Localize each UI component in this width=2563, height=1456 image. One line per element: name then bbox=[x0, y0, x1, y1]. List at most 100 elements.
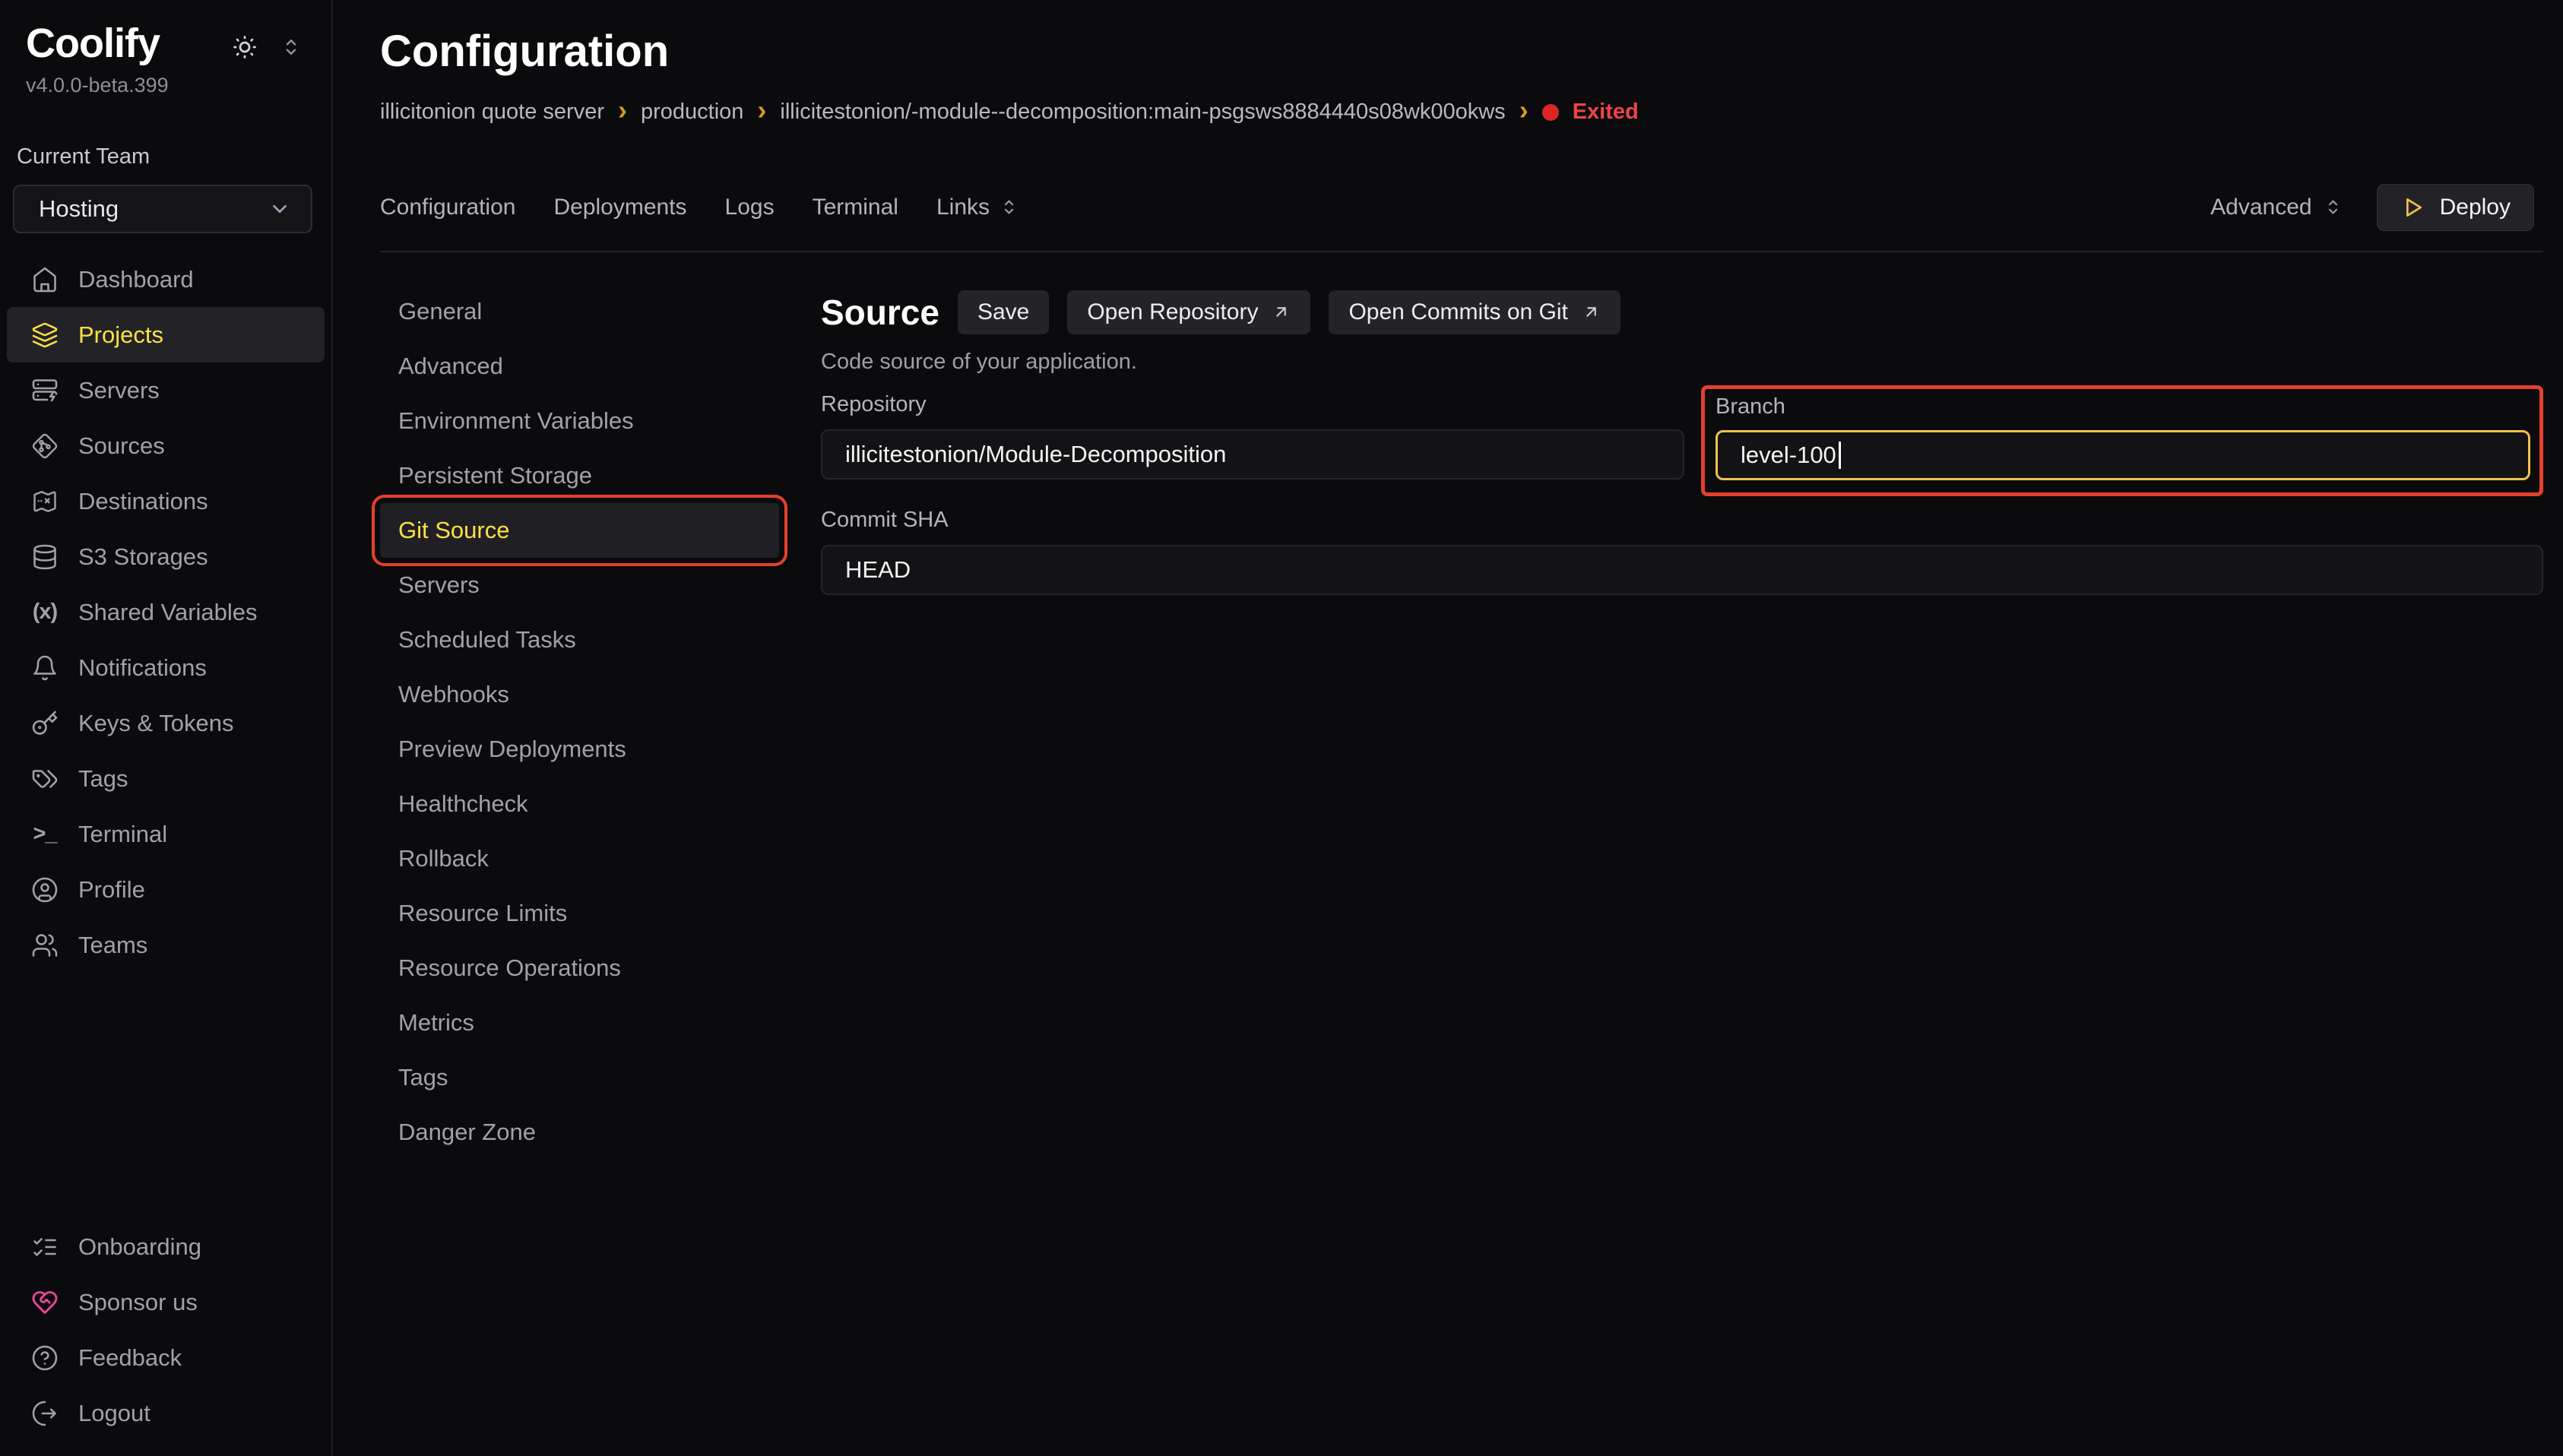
subnav-item-tags[interactable]: Tags bbox=[380, 1050, 779, 1105]
tab-actions: Advanced Deploy bbox=[2210, 184, 2543, 231]
team-select[interactable]: Hosting bbox=[13, 185, 312, 233]
tab-label: Terminal bbox=[813, 195, 898, 220]
subnav-item-persistent-storage[interactable]: Persistent Storage bbox=[380, 448, 779, 503]
sidebar-item-label: Logout bbox=[78, 1400, 150, 1427]
subnav-item-metrics[interactable]: Metrics bbox=[380, 995, 779, 1050]
tab-label: Logs bbox=[725, 195, 775, 220]
subnav-item-servers[interactable]: Servers bbox=[380, 558, 779, 612]
sidebar-item-tags[interactable]: Tags bbox=[7, 751, 325, 806]
chevron-right-icon: › bbox=[1519, 97, 1529, 124]
sidebar-item-label: Sponsor us bbox=[78, 1289, 198, 1316]
sidebar-header: Coolify bbox=[0, 21, 331, 66]
chevron-right-icon: › bbox=[618, 97, 627, 124]
subnav-item-preview-deployments[interactable]: Preview Deployments bbox=[380, 722, 779, 777]
chevrons-up-down-icon bbox=[999, 197, 1019, 217]
subnav-item-scheduled-tasks[interactable]: Scheduled Tasks bbox=[380, 612, 779, 667]
advanced-label: Advanced bbox=[2210, 195, 2311, 220]
map-x-icon bbox=[31, 488, 59, 515]
sidebar-item-keys-tokens[interactable]: Keys & Tokens bbox=[7, 695, 325, 751]
repository-field: Repository illicitestonion/Module-Decomp… bbox=[821, 391, 1684, 480]
subnav-item-resource-operations[interactable]: Resource Operations bbox=[380, 941, 779, 995]
sidebar-item-dashboard[interactable]: Dashboard bbox=[7, 252, 325, 307]
sidebar-item-s3-storages[interactable]: S3 Storages bbox=[7, 529, 325, 584]
sidebar-item-onboarding[interactable]: Onboarding bbox=[7, 1219, 325, 1274]
subnav-item-resource-limits[interactable]: Resource Limits bbox=[380, 886, 779, 941]
heart-handshake-icon bbox=[31, 1289, 59, 1316]
repository-input[interactable]: illicitestonion/Module-Decomposition bbox=[821, 429, 1684, 480]
deploy-button[interactable]: Deploy bbox=[2377, 184, 2534, 231]
bell-icon bbox=[31, 654, 59, 682]
sidebar-item-label: Projects bbox=[78, 321, 163, 349]
arrow-up-right-icon bbox=[1582, 302, 1601, 321]
subnav-item-git-source[interactable]: Git Source bbox=[380, 503, 779, 558]
breadcrumb-application[interactable]: illicitestonion/-module--decomposition:m… bbox=[780, 100, 1505, 125]
sidebar-item-servers[interactable]: Servers bbox=[7, 362, 325, 418]
breadcrumb-environment[interactable]: production bbox=[641, 100, 743, 125]
sidebar-item-label: Onboarding bbox=[78, 1233, 201, 1261]
status-dot-icon bbox=[1542, 104, 1559, 121]
sidebar-item-sources[interactable]: Sources bbox=[7, 418, 325, 473]
sidebar-item-projects[interactable]: Projects bbox=[7, 307, 325, 362]
sidebar-item-label: Sources bbox=[78, 432, 165, 460]
team-select-value: Hosting bbox=[39, 195, 119, 223]
tab-deployments[interactable]: Deployments bbox=[553, 195, 686, 220]
commit-sha-input[interactable]: HEAD bbox=[821, 545, 2543, 595]
branch-annotation-box: Branch level-100 bbox=[1701, 385, 2543, 496]
arrow-up-right-icon bbox=[1272, 302, 1291, 321]
subnav-item-rollback[interactable]: Rollback bbox=[380, 831, 779, 886]
sidebar-item-label: Shared Variables bbox=[78, 599, 258, 626]
play-icon bbox=[2400, 195, 2425, 220]
branch-value: level-100 bbox=[1741, 442, 1836, 469]
sidebar-item-label: Servers bbox=[78, 377, 160, 404]
subnav-item-healthcheck[interactable]: Healthcheck bbox=[380, 777, 779, 831]
subnav-item-general[interactable]: General bbox=[380, 284, 779, 339]
tab-terminal[interactable]: Terminal bbox=[813, 195, 898, 220]
page-title: Configuration bbox=[380, 27, 2543, 76]
save-button[interactable]: Save bbox=[958, 290, 1049, 334]
sidebar-item-shared-variables[interactable]: (x) Shared Variables bbox=[7, 584, 325, 640]
tab-logs[interactable]: Logs bbox=[725, 195, 775, 220]
subnav-item-advanced[interactable]: Advanced bbox=[380, 339, 779, 394]
user-circle-icon bbox=[31, 876, 59, 904]
subnav-item-webhooks[interactable]: Webhooks bbox=[380, 667, 779, 722]
repository-value: illicitestonion/Module-Decomposition bbox=[845, 441, 1226, 468]
sidebar-item-feedback[interactable]: Feedback bbox=[7, 1330, 325, 1385]
sidebar-item-label: Destinations bbox=[78, 488, 208, 515]
layers-icon bbox=[31, 321, 59, 349]
open-commits-button[interactable]: Open Commits on Git bbox=[1329, 290, 1620, 334]
chevron-down-icon bbox=[268, 198, 291, 220]
advanced-dropdown[interactable]: Advanced bbox=[2210, 195, 2343, 220]
tags-icon bbox=[31, 765, 59, 793]
home-icon bbox=[31, 266, 59, 293]
branch-input[interactable]: level-100 bbox=[1716, 430, 2530, 480]
tabs: Configuration Deployments Logs Terminal … bbox=[380, 195, 1019, 220]
sidebar-item-label: Tags bbox=[78, 765, 128, 793]
breadcrumb: illicitonion quote server › production ›… bbox=[380, 99, 2543, 126]
subnav-item-danger-zone[interactable]: Danger Zone bbox=[380, 1105, 779, 1160]
commit-sha-value: HEAD bbox=[845, 556, 911, 584]
sun-icon[interactable] bbox=[231, 33, 258, 61]
sidebar-item-sponsor-us[interactable]: Sponsor us bbox=[7, 1274, 325, 1330]
open-repository-button[interactable]: Open Repository bbox=[1067, 290, 1310, 334]
tab-links[interactable]: Links bbox=[936, 195, 1019, 220]
sidebar-spacer bbox=[0, 973, 331, 1201]
sidebar-item-profile[interactable]: Profile bbox=[7, 862, 325, 917]
app-root: Coolify v4.0.0-beta.399 Current Team Hos… bbox=[0, 0, 2563, 1456]
sidebar-item-destinations[interactable]: Destinations bbox=[7, 473, 325, 529]
sidebar: Coolify v4.0.0-beta.399 Current Team Hos… bbox=[0, 0, 333, 1456]
help-circle-icon bbox=[31, 1344, 59, 1372]
subnav-item-environment-variables[interactable]: Environment Variables bbox=[380, 394, 779, 448]
sidebar-nav: Dashboard Projects Servers Sources Desti… bbox=[0, 252, 331, 973]
sidebar-item-teams[interactable]: Teams bbox=[7, 917, 325, 973]
sidebar-footer-nav: Onboarding Sponsor us Feedback Logout bbox=[0, 1219, 331, 1441]
breadcrumb-project[interactable]: illicitonion quote server bbox=[380, 100, 604, 125]
sidebar-item-logout[interactable]: Logout bbox=[7, 1385, 325, 1441]
chevrons-up-down-icon[interactable] bbox=[280, 36, 303, 59]
sidebar-item-label: Keys & Tokens bbox=[78, 710, 233, 737]
parentheses-x-icon: (x) bbox=[31, 600, 59, 625]
tab-configuration[interactable]: Configuration bbox=[380, 195, 515, 220]
sidebar-item-notifications[interactable]: Notifications bbox=[7, 640, 325, 695]
tabbar-divider bbox=[380, 251, 2543, 252]
sidebar-item-label: Notifications bbox=[78, 654, 207, 682]
sidebar-item-terminal[interactable]: >_ Terminal bbox=[7, 806, 325, 862]
